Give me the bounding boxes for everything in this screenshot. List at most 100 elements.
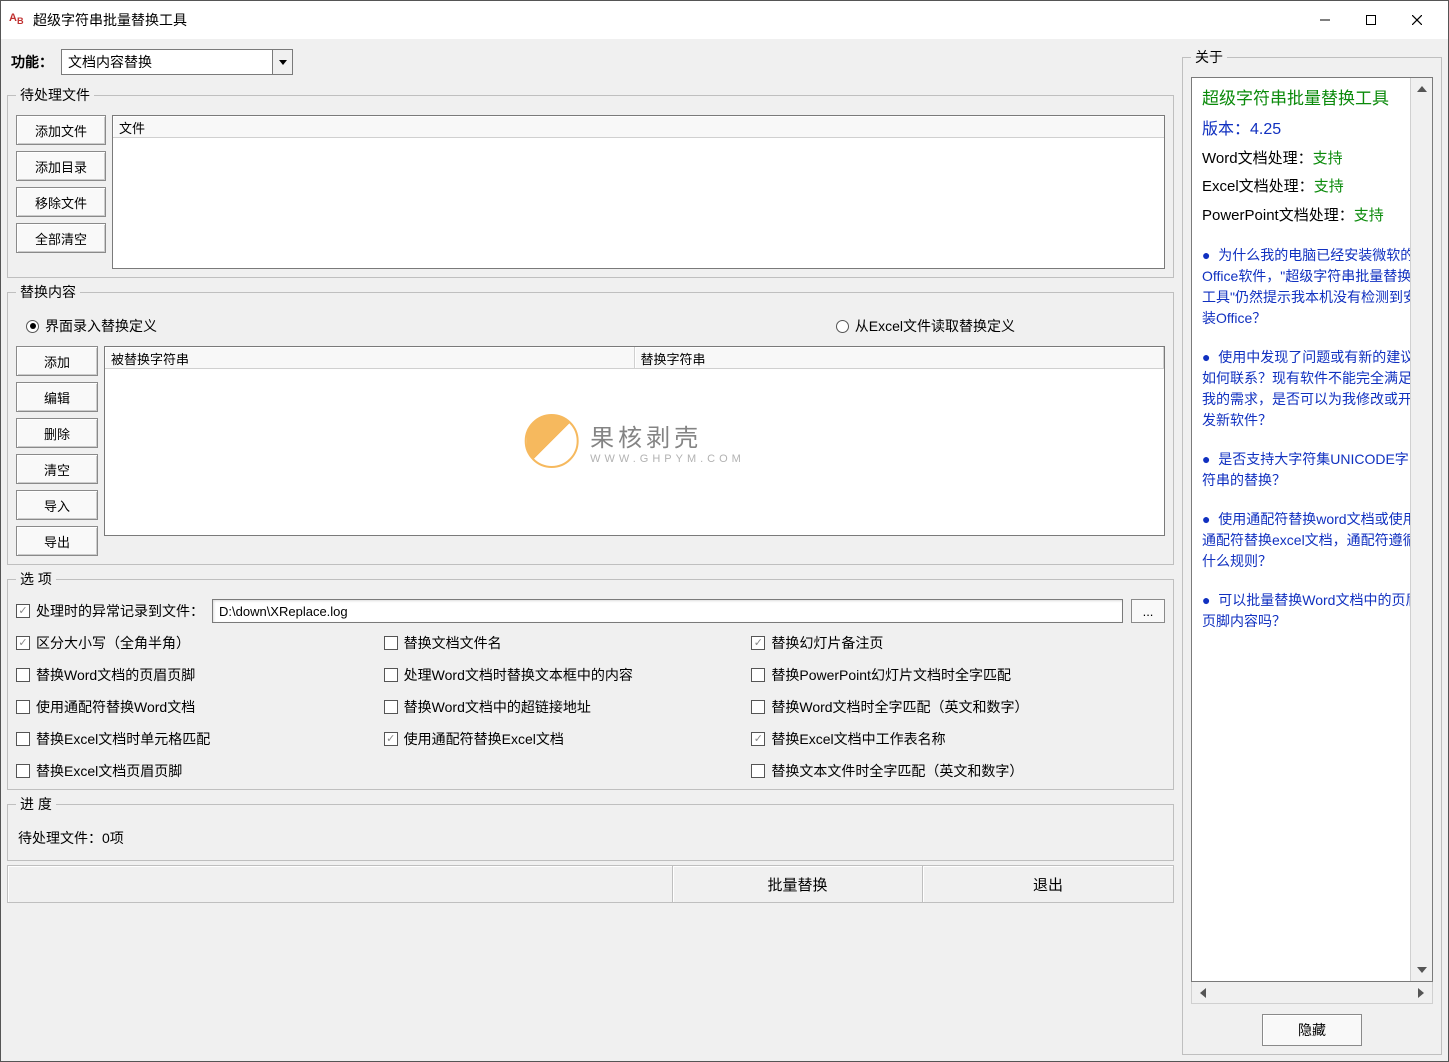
- checkbox-icon: [16, 668, 30, 682]
- watermark: 果核剥壳 WWW.GHPYM.COM: [524, 414, 745, 468]
- chk-label: 替换Excel文档时单元格匹配: [36, 729, 210, 749]
- chk-label: 替换Excel文档中工作表名称: [771, 729, 945, 749]
- chk-label: 替换幻灯片备注页: [771, 633, 883, 653]
- chk-excel-cell-match[interactable]: 替换Excel文档时单元格匹配: [16, 729, 376, 749]
- chk-word-header-footer[interactable]: 替换Word文档的页眉页脚: [16, 665, 376, 685]
- window-controls: [1302, 5, 1440, 35]
- chk-word-wildcard[interactable]: 使用通配符替换Word文档: [16, 697, 376, 717]
- chk-word-whole-word[interactable]: 替换Word文档时全字匹配（英文和数字）: [751, 697, 1165, 717]
- add-file-button[interactable]: 添加文件: [16, 115, 106, 145]
- scroll-left-icon[interactable]: [1192, 982, 1214, 1003]
- about-excel: Excel文档处理：支持: [1202, 176, 1422, 199]
- close-button[interactable]: [1394, 5, 1440, 35]
- import-rules-button[interactable]: 导入: [16, 490, 98, 520]
- scroll-down-icon[interactable]: [1411, 959, 1432, 981]
- faq-link-5[interactable]: ● 可以批量替换Word文档中的页眉页脚内容吗？: [1202, 590, 1422, 632]
- scroll-right-icon[interactable]: [1410, 982, 1432, 1003]
- checkbox-icon: [751, 636, 765, 650]
- app-icon: AB: [9, 12, 25, 28]
- left-pane: 功能： 文档内容替换 待处理文件 添加文件 添加目录 移除文件 全部清空: [7, 47, 1174, 1055]
- options-group: 选 项 处理时的异常记录到文件： ... 区分大小写（全角半角） 替换文档文件名…: [7, 569, 1174, 790]
- chk-excel-sheet-name[interactable]: 替换Excel文档中工作表名称: [751, 729, 1165, 749]
- status-cell: [8, 866, 673, 902]
- radio-icon: [26, 320, 39, 333]
- checkbox-icon: [384, 636, 398, 650]
- radio-excel-input[interactable]: 从Excel文件读取替换定义: [836, 316, 1015, 336]
- chk-replace-notes[interactable]: 替换幻灯片备注页: [751, 633, 1165, 653]
- edit-rule-button[interactable]: 编辑: [16, 382, 98, 412]
- file-list-header[interactable]: 文件: [113, 116, 1164, 138]
- about-title: 超级字符串批量替换工具: [1202, 86, 1422, 112]
- export-rules-button[interactable]: 导出: [16, 526, 98, 556]
- clear-rules-button[interactable]: 清空: [16, 454, 98, 484]
- about-group: 关于 超级字符串批量替换工具 版本：4.25 Word文档处理：支持 Excel…: [1182, 47, 1442, 1055]
- clear-files-button[interactable]: 全部清空: [16, 223, 106, 253]
- chk-ppt-whole-word[interactable]: 替换PowerPoint幻灯片文档时全字匹配: [751, 665, 1165, 685]
- add-rule-button[interactable]: 添加: [16, 346, 98, 376]
- checkbox-icon: [751, 668, 765, 682]
- vertical-scrollbar[interactable]: [1410, 78, 1432, 981]
- function-select[interactable]: 文档内容替换: [61, 49, 293, 75]
- replace-table[interactable]: 被替换字符串 替换字符串 果核剥壳 WWW.GHPYM.COM: [104, 346, 1165, 536]
- chk-label: 区分大小写（全角半角）: [36, 633, 190, 653]
- radio-icon: [836, 320, 849, 333]
- empty-cell: [384, 761, 744, 781]
- about-content: 超级字符串批量替换工具 版本：4.25 Word文档处理：支持 Excel文档处…: [1191, 77, 1433, 982]
- delete-rule-button[interactable]: 删除: [16, 418, 98, 448]
- chk-label: 替换文本文件时全字匹配（英文和数字）: [771, 761, 1023, 781]
- files-legend: 待处理文件: [16, 85, 94, 105]
- chk-word-hyperlink[interactable]: 替换Word文档中的超链接地址: [384, 697, 744, 717]
- titlebar: AB 超级字符串批量替换工具: [1, 1, 1448, 39]
- function-selected: 文档内容替换: [68, 52, 152, 72]
- chk-label: 替换Word文档时全字匹配（英文和数字）: [771, 697, 1028, 717]
- hide-button[interactable]: 隐藏: [1262, 1014, 1362, 1046]
- faq-link-2[interactable]: ● 使用中发现了问题或有新的建议如何联系？现有软件不能完全满足我的需求，是否可以…: [1202, 347, 1422, 431]
- progress-group: 进 度 待处理文件：0项: [7, 794, 1174, 861]
- checkbox-icon: [751, 764, 765, 778]
- maximize-button[interactable]: [1348, 5, 1394, 35]
- chk-log-errors[interactable]: 处理时的异常记录到文件：: [16, 601, 204, 621]
- checkbox-icon: [384, 700, 398, 714]
- right-pane: 关于 超级字符串批量替换工具 版本：4.25 Word文档处理：支持 Excel…: [1182, 47, 1442, 1055]
- chk-word-textbox[interactable]: 处理Word文档时替换文本框中的内容: [384, 665, 744, 685]
- col-find[interactable]: 被替换字符串: [105, 347, 635, 368]
- chk-replace-filename[interactable]: 替换文档文件名: [384, 633, 744, 653]
- watermark-logo-icon: [524, 414, 578, 468]
- log-path-input[interactable]: [212, 599, 1123, 623]
- batch-replace-button[interactable]: 批量替换: [673, 866, 923, 902]
- horizontal-scrollbar[interactable]: [1191, 982, 1433, 1004]
- chk-label: 替换Word文档的页眉页脚: [36, 665, 195, 685]
- watermark-url: WWW.GHPYM.COM: [590, 453, 745, 465]
- faq-link-1[interactable]: ● 为什么我的电脑已经安装微软的Office软件，"超级字符串批量替换工具"仍然…: [1202, 245, 1422, 329]
- add-dir-button[interactable]: 添加目录: [16, 151, 106, 181]
- faq-link-3[interactable]: ● 是否支持大字符集UNICODE字符串的替换？: [1202, 449, 1422, 491]
- function-label: 功能：: [11, 52, 53, 72]
- chk-text-whole-word[interactable]: 替换文本文件时全字匹配（英文和数字）: [751, 761, 1165, 781]
- col-replace[interactable]: 替换字符串: [635, 347, 1165, 368]
- replace-legend: 替换内容: [16, 282, 80, 302]
- scroll-track[interactable]: [1214, 982, 1410, 1003]
- file-list[interactable]: 文件: [112, 115, 1165, 269]
- chk-label: 使用通配符替换Word文档: [36, 697, 195, 717]
- chk-label: 处理Word文档时替换文本框中的内容: [404, 665, 633, 685]
- radio-ui-input[interactable]: 界面录入替换定义: [26, 316, 157, 336]
- replace-table-header: 被替换字符串 替换字符串: [105, 347, 1164, 369]
- scroll-up-icon[interactable]: [1411, 78, 1432, 100]
- minimize-button[interactable]: [1302, 5, 1348, 35]
- faq-link-4[interactable]: ● 使用通配符替换word文档或使用通配符替换excel文档，通配符遵循什么规则…: [1202, 509, 1422, 572]
- body: 功能： 文档内容替换 待处理文件 添加文件 添加目录 移除文件 全部清空: [1, 39, 1448, 1061]
- remove-file-button[interactable]: 移除文件: [16, 187, 106, 217]
- checkbox-icon: [751, 732, 765, 746]
- chk-excel-wildcard[interactable]: 使用通配符替换Excel文档: [384, 729, 744, 749]
- checkbox-icon: [751, 700, 765, 714]
- chk-excel-header-footer[interactable]: 替换Excel文档页眉页脚: [16, 761, 376, 781]
- chk-case-sensitive[interactable]: 区分大小写（全角半角）: [16, 633, 376, 653]
- options-legend: 选 项: [16, 569, 56, 589]
- scroll-track[interactable]: [1411, 100, 1432, 959]
- replace-buttons: 添加 编辑 删除 清空 导入 导出: [16, 346, 98, 556]
- about-legend: 关于: [1191, 47, 1227, 67]
- exit-button[interactable]: 退出: [923, 866, 1173, 902]
- app-window: AB 超级字符串批量替换工具 功能： 文档内容替换 待处理文件 添加文件: [0, 0, 1449, 1062]
- about-word: Word文档处理：支持: [1202, 148, 1422, 171]
- browse-button[interactable]: ...: [1131, 599, 1165, 623]
